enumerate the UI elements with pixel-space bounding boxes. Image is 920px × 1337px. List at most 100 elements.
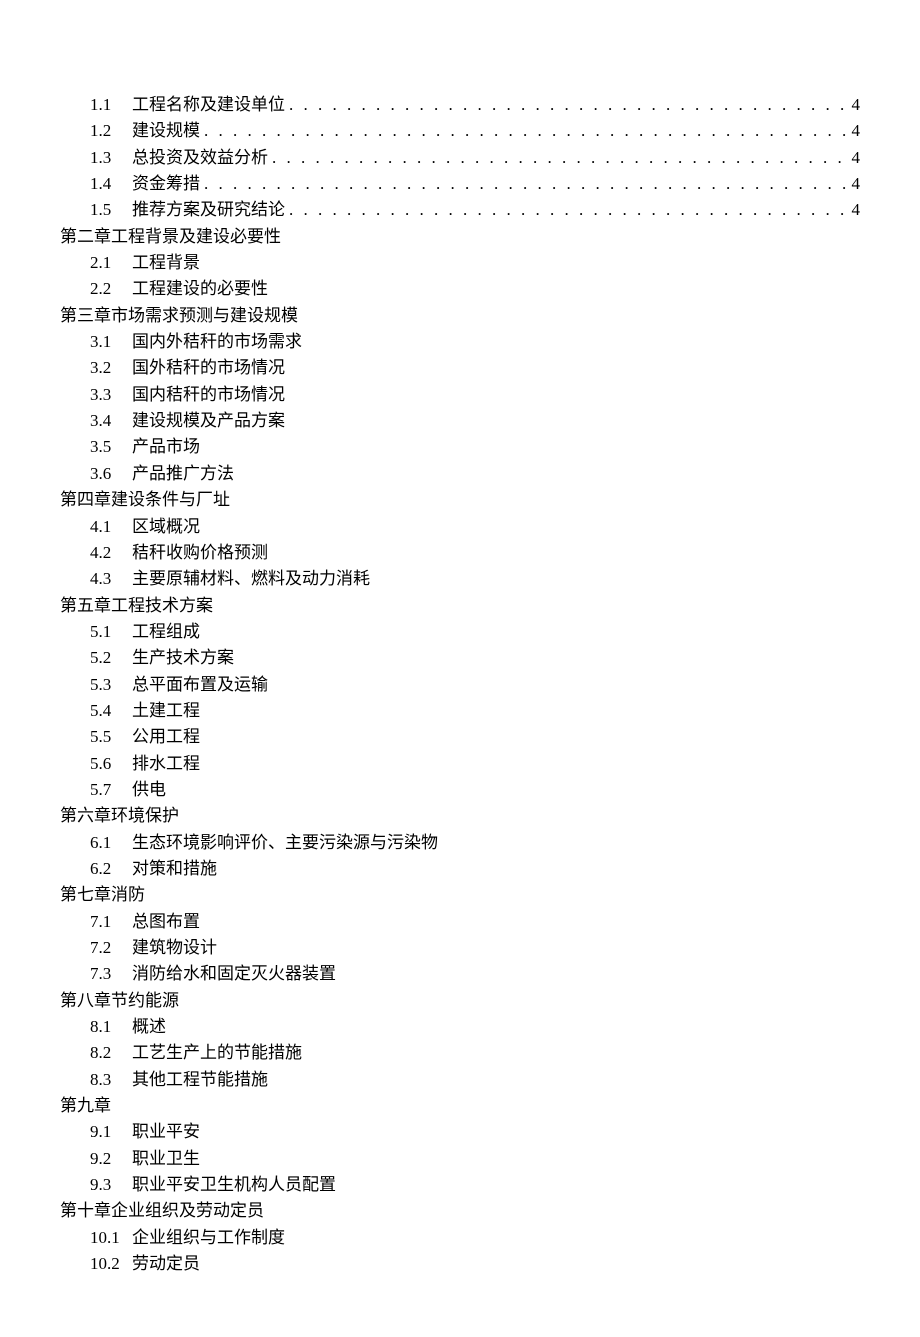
section-number: 3.6 <box>90 461 132 487</box>
section-number: 7.1 <box>90 909 132 935</box>
toc-entry: 5.2 生产技术方案 <box>90 645 860 671</box>
section-number: 9.1 <box>90 1119 132 1145</box>
chapter-heading: 第二章工程背景及建设必要性 <box>60 224 860 250</box>
chapter-heading: 第七章消防 <box>60 882 860 908</box>
section-title: 工艺生产上的节能措施 <box>132 1040 302 1066</box>
section-number: 6.2 <box>90 856 132 882</box>
section-number: 5.4 <box>90 698 132 724</box>
section-number: 6.1 <box>90 830 132 856</box>
section-number: 1.5 <box>90 197 132 223</box>
section-number: 5.3 <box>90 672 132 698</box>
section-number: 9.3 <box>90 1172 132 1198</box>
toc-entry: 9.3 职业平安卫生机构人员配置 <box>90 1172 860 1198</box>
page-number: 4 <box>852 145 861 171</box>
section-title: 国内秸秆的市场情况 <box>132 382 285 408</box>
section-title: 其他工程节能措施 <box>132 1067 268 1093</box>
toc-entry: 3.3 国内秸秆的市场情况 <box>90 382 860 408</box>
section-number: 5.1 <box>90 619 132 645</box>
section-title: 产品市场 <box>132 434 200 460</box>
section-title: 职业卫生 <box>132 1146 200 1172</box>
toc-entry: 3.5 产品市场 <box>90 434 860 460</box>
page-number: 4 <box>852 171 861 197</box>
section-title: 产品推广方法 <box>132 461 234 487</box>
page-number: 4 <box>852 197 861 223</box>
dot-leader: . . . . . . . . . . . . . . . . . . . . … <box>285 197 852 223</box>
toc-entry: 2.2 工程建设的必要性 <box>90 276 860 302</box>
section-number: 4.3 <box>90 566 132 592</box>
section-number: 5.7 <box>90 777 132 803</box>
toc-entry: 1.3 总投资及效益分析. . . . . . . . . . . . . . … <box>90 145 860 171</box>
section-title: 建设规模 <box>132 118 200 144</box>
toc-entry: 5.7 供电 <box>90 777 860 803</box>
chapter-heading: 第四章建设条件与厂址 <box>60 487 860 513</box>
toc-entry: 5.6 排水工程 <box>90 751 860 777</box>
section-title: 概述 <box>132 1014 166 1040</box>
toc-entry: 7.1 总图布置 <box>90 909 860 935</box>
toc-entry: 3.1 国内外秸秆的市场需求 <box>90 329 860 355</box>
page-number: 4 <box>852 92 861 118</box>
section-number: 10.1 <box>90 1225 132 1251</box>
chapter-heading: 第六章环境保护 <box>60 803 860 829</box>
dot-leader: . . . . . . . . . . . . . . . . . . . . … <box>268 145 852 171</box>
section-number: 8.1 <box>90 1014 132 1040</box>
section-number: 3.5 <box>90 434 132 460</box>
section-number: 1.4 <box>90 171 132 197</box>
section-title: 职业平安卫生机构人员配置 <box>132 1172 336 1198</box>
section-title: 主要原辅材料、燃料及动力消耗 <box>132 566 370 592</box>
section-number: 2.1 <box>90 250 132 276</box>
section-title: 总图布置 <box>132 909 200 935</box>
chapter-heading: 第八章节约能源 <box>60 988 860 1014</box>
section-title: 工程建设的必要性 <box>132 276 268 302</box>
toc-entry: 5.3 总平面布置及运输 <box>90 672 860 698</box>
toc-entry: 7.2 建筑物设计 <box>90 935 860 961</box>
toc-entry: 1.1 工程名称及建设单位. . . . . . . . . . . . . .… <box>90 92 860 118</box>
section-title: 企业组织与工作制度 <box>132 1225 285 1251</box>
section-title: 推荐方案及研究结论 <box>132 197 285 223</box>
section-number: 5.5 <box>90 724 132 750</box>
section-number: 2.2 <box>90 276 132 302</box>
dot-leader: . . . . . . . . . . . . . . . . . . . . … <box>200 171 852 197</box>
toc-entry: 8.3 其他工程节能措施 <box>90 1067 860 1093</box>
section-number: 1.1 <box>90 92 132 118</box>
section-number: 4.1 <box>90 514 132 540</box>
section-number: 3.4 <box>90 408 132 434</box>
toc-entry: 6.2 对策和措施 <box>90 856 860 882</box>
toc-entry: 1.2 建设规模. . . . . . . . . . . . . . . . … <box>90 118 860 144</box>
toc-entry: 4.2 秸秆收购价格预测 <box>90 540 860 566</box>
section-title: 国内外秸秆的市场需求 <box>132 329 302 355</box>
section-number: 1.3 <box>90 145 132 171</box>
dot-leader: . . . . . . . . . . . . . . . . . . . . … <box>285 92 852 118</box>
section-title: 对策和措施 <box>132 856 217 882</box>
table-of-contents: 1.1 工程名称及建设单位. . . . . . . . . . . . . .… <box>60 92 860 1277</box>
section-number: 7.3 <box>90 961 132 987</box>
section-title: 生态环境影响评价、主要污染源与污染物 <box>132 830 438 856</box>
toc-entry: 5.5 公用工程 <box>90 724 860 750</box>
chapter-heading: 第十章企业组织及劳动定员 <box>60 1198 860 1224</box>
section-title: 总平面布置及运输 <box>132 672 268 698</box>
section-title: 消防给水和固定灭火器装置 <box>132 961 336 987</box>
section-number: 4.2 <box>90 540 132 566</box>
toc-entry: 10.1 企业组织与工作制度 <box>90 1225 860 1251</box>
section-number: 5.2 <box>90 645 132 671</box>
section-title: 国外秸秆的市场情况 <box>132 355 285 381</box>
section-number: 8.3 <box>90 1067 132 1093</box>
section-number: 8.2 <box>90 1040 132 1066</box>
toc-entry: 1.4 资金筹措. . . . . . . . . . . . . . . . … <box>90 171 860 197</box>
section-number: 3.3 <box>90 382 132 408</box>
toc-entry: 7.3 消防给水和固定灭火器装置 <box>90 961 860 987</box>
section-number: 10.2 <box>90 1251 132 1277</box>
section-title: 公用工程 <box>132 724 200 750</box>
section-number: 1.2 <box>90 118 132 144</box>
section-title: 总投资及效益分析 <box>132 145 268 171</box>
toc-entry: 3.4 建设规模及产品方案 <box>90 408 860 434</box>
toc-entry: 1.5 推荐方案及研究结论. . . . . . . . . . . . . .… <box>90 197 860 223</box>
section-title: 资金筹措 <box>132 171 200 197</box>
toc-entry: 5.1 工程组成 <box>90 619 860 645</box>
toc-entry: 10.2 劳动定员 <box>90 1251 860 1277</box>
section-title: 建设规模及产品方案 <box>132 408 285 434</box>
section-title: 排水工程 <box>132 751 200 777</box>
toc-entry: 4.1 区域概况 <box>90 514 860 540</box>
toc-entry: 3.6 产品推广方法 <box>90 461 860 487</box>
section-title: 工程组成 <box>132 619 200 645</box>
section-title: 土建工程 <box>132 698 200 724</box>
